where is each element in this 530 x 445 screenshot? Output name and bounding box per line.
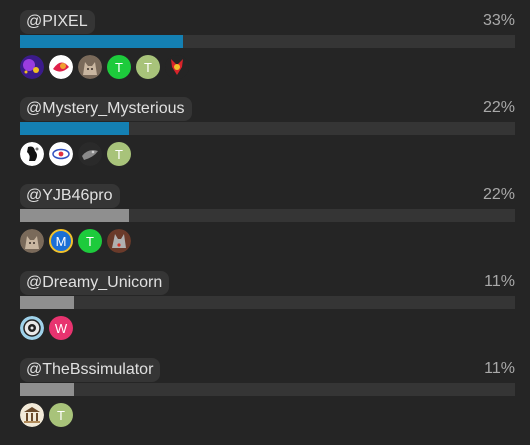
result-bar-fill: [20, 122, 129, 135]
poll-option[interactable]: @TheBssimulator 11% T: [0, 358, 530, 445]
option-percentage: 33%: [482, 12, 515, 29]
result-bar-track: [20, 383, 515, 396]
result-bar-fill: [20, 209, 129, 222]
voter-letter-avatar[interactable]: T: [78, 229, 102, 253]
wolf-photo-avatar-icon[interactable]: [107, 229, 131, 253]
voter-avatars: TT: [20, 55, 189, 79]
voter-letter-avatar[interactable]: T: [49, 403, 73, 427]
result-bar-track: [20, 122, 515, 135]
red-character-avatar-icon[interactable]: [165, 55, 189, 79]
voter-avatars: MT: [20, 229, 131, 253]
poll-results: @PIXEL 33% T T @Mystery_Mysterious 22% T @YJB46…: [0, 0, 530, 429]
robot-avatar-icon[interactable]: [20, 316, 44, 340]
voter-avatars: T: [20, 403, 73, 427]
cat-photo-avatar-icon[interactable]: [78, 55, 102, 79]
cat-photo-avatar-icon[interactable]: [20, 229, 44, 253]
option-percentage: 11%: [484, 273, 515, 290]
voter-letter-avatar[interactable]: T: [107, 142, 131, 166]
voter-letter-avatar[interactable]: T: [136, 55, 160, 79]
option-label: @Mystery_Mysterious: [20, 97, 192, 121]
poll-option[interactable]: @PIXEL 33% T T: [0, 10, 530, 97]
option-percentage: 22%: [482, 99, 515, 116]
result-bar-fill: [20, 296, 74, 309]
poll-option[interactable]: @YJB46pro 22% M T: [0, 184, 530, 271]
option-label: @Dreamy_Unicorn: [20, 271, 170, 295]
option-label: @PIXEL: [20, 10, 95, 34]
voter-letter-avatar[interactable]: T: [107, 55, 131, 79]
option-percentage: 11%: [484, 360, 515, 377]
poll-option[interactable]: @Dreamy_Unicorn 11% W: [0, 271, 530, 358]
result-bar-track: [20, 296, 515, 309]
purple-galaxy-avatar-icon[interactable]: [20, 55, 44, 79]
result-bar-fill: [20, 35, 183, 48]
option-label: @YJB46pro: [20, 184, 120, 208]
option-percentage: 22%: [482, 186, 515, 203]
voter-letter-avatar[interactable]: M: [49, 229, 73, 253]
colorful-art-avatar-icon[interactable]: [49, 55, 73, 79]
voter-avatars: T: [20, 142, 131, 166]
result-bar-fill: [20, 383, 74, 396]
eye-symbol-avatar-icon[interactable]: [49, 142, 73, 166]
voter-avatars: W: [20, 316, 73, 340]
dark-creature-avatar-icon[interactable]: [78, 142, 102, 166]
voter-letter-avatar[interactable]: W: [49, 316, 73, 340]
silhouette-avatar-icon[interactable]: [20, 142, 44, 166]
poll-option[interactable]: @Mystery_Mysterious 22% T: [0, 97, 530, 184]
building-avatar-icon[interactable]: [20, 403, 44, 427]
result-bar-track: [20, 209, 515, 222]
result-bar-track: [20, 35, 515, 48]
option-label: @TheBssimulator: [20, 358, 161, 382]
